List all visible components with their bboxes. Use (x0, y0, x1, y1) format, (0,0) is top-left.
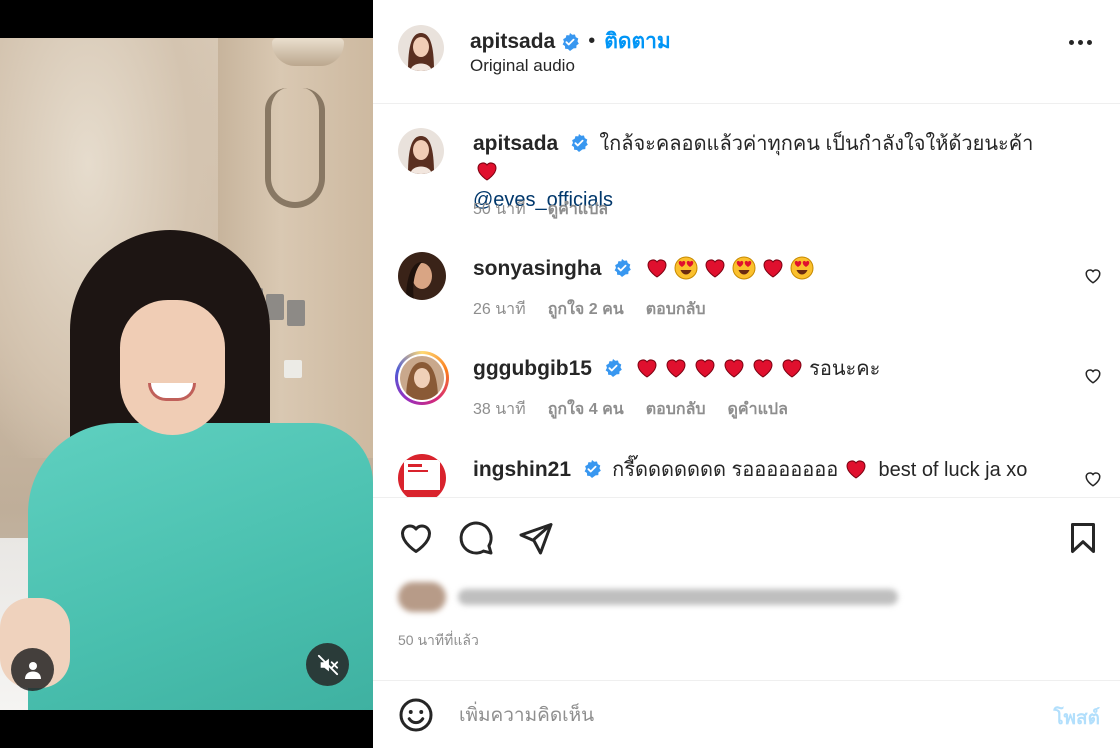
commenter-username[interactable]: sonyasingha (473, 257, 601, 280)
original-audio-link[interactable]: Original audio (470, 56, 575, 76)
caption-translate-link[interactable]: ดูคำแปล (548, 197, 608, 222)
post-comment-button[interactable]: โพสต์ (1053, 703, 1100, 733)
comment-time[interactable]: 26 นาที (473, 297, 526, 322)
comment-translate-link[interactable]: ดูคำแปล (728, 397, 788, 422)
comment-body: กรี๊ดดดดดดด รออออออออ (612, 459, 839, 481)
comments-list[interactable]: apitsada ใกล้จะคลอดแล้วค่าทุกคน เป็นกำลั… (373, 105, 1120, 497)
comment-composer: โพสต์ (373, 680, 1120, 748)
comment-time[interactable]: 38 นาที (473, 397, 526, 422)
verified-badge-icon (571, 134, 588, 152)
save-bookmark-icon[interactable] (1065, 520, 1101, 556)
video-face (120, 300, 225, 435)
liker-avatars (398, 582, 446, 612)
verified-badge-icon (562, 32, 580, 51)
post-timestamp[interactable]: 50 นาทีที่แล้ว (398, 630, 479, 652)
emoji-smiley-icon[interactable] (398, 697, 434, 733)
like-comment-heart-icon[interactable] (1084, 367, 1102, 385)
comment-text: sonyasingha (473, 255, 1060, 283)
red-heart-emoji-icon (637, 359, 657, 378)
comment-likes-count[interactable]: ถูกใจ 4 คน (548, 397, 624, 422)
red-heart-emoji-icon (753, 359, 773, 378)
author-avatar[interactable] (398, 25, 444, 71)
likes-text (458, 589, 898, 605)
comment-meta: 26 นาที ถูกใจ 2 คน ตอบกลับ (473, 297, 706, 322)
red-heart-emoji-icon (695, 359, 715, 378)
follow-button[interactable]: ติดตาม (604, 25, 671, 58)
commenter-username[interactable]: ingshin21 (473, 458, 571, 481)
heart-eyes-emoji-icon (674, 256, 697, 280)
comment-likes-count[interactable]: ถูกใจ 2 คน (548, 297, 624, 322)
share-send-icon[interactable] (518, 520, 554, 556)
post-action-bar (373, 497, 1120, 577)
verified-badge-icon (584, 460, 601, 478)
commenter-avatar[interactable] (398, 252, 446, 300)
heart-eyes-emoji-icon (790, 256, 813, 280)
video-outlet (284, 360, 302, 378)
comment-reply-button[interactable]: ตอบกลับ (646, 297, 706, 322)
caption-time[interactable]: 50 นาที (473, 197, 526, 222)
commenter-avatar-story-ring[interactable] (395, 351, 449, 405)
comment-text: ingshin21 กรี๊ดดดดดดด รออออออออ best of … (473, 456, 1060, 484)
caption-item: apitsada ใกล้จะคลอดแล้วค่าทุกคน เป็นกำลั… (373, 105, 1120, 235)
comment-emoji-row (645, 256, 819, 280)
more-dot-icon (1069, 40, 1074, 45)
caption-username[interactable]: apitsada (473, 132, 558, 155)
red-heart-emoji-icon (646, 259, 667, 278)
red-heart-emoji-icon (666, 359, 686, 378)
more-dot-icon (1087, 40, 1092, 45)
like-comment-heart-icon[interactable] (1084, 470, 1102, 488)
red-heart-emoji-icon (704, 259, 725, 278)
header-user-row: apitsada • ติดตาม (470, 25, 671, 58)
like-heart-icon[interactable] (398, 520, 434, 556)
comment-text: gggubgib15 รอนะคะ (473, 355, 1060, 383)
more-dot-icon (1078, 40, 1083, 45)
caption-body: ใกล้จะคลอดแล้วค่าทุกคน เป็นกำลังใจให้ด้ว… (599, 133, 1034, 155)
comment-reply-button[interactable]: ตอบกลับ (646, 397, 706, 422)
reel-video[interactable] (0, 38, 373, 710)
post-header: apitsada • ติดตาม Original audio (373, 0, 1120, 104)
comment-body: รอนะคะ (809, 358, 881, 380)
comment-bubble-icon[interactable] (458, 520, 494, 556)
comment-item: ingshin21 กรี๊ดดดดดดด รออออออออ best of … (373, 448, 1120, 497)
red-heart-emoji-icon (782, 359, 802, 378)
commenter-username[interactable]: gggubgib15 (473, 357, 592, 380)
commenter-avatar[interactable] (398, 454, 446, 497)
user-icon (24, 661, 41, 679)
header-separator: • (588, 30, 596, 52)
mute-button[interactable] (306, 643, 349, 686)
like-comment-heart-icon[interactable] (1084, 267, 1102, 285)
video-lamp-shade (272, 38, 344, 66)
commenter-avatar (400, 356, 444, 400)
comment-meta: 38 นาที ถูกใจ 4 คน ตอบกลับ ดูคำแปล (473, 397, 788, 422)
red-heart-emoji-icon (762, 259, 783, 278)
author-username[interactable]: apitsada (470, 30, 555, 54)
likes-summary-blurred[interactable] (398, 582, 898, 612)
video-switch (287, 300, 305, 326)
video-lamp-arm (265, 88, 325, 208)
comment-body-after: best of luck ja xo (878, 459, 1028, 481)
speaker-muted-icon (317, 654, 338, 675)
comment-emoji-row (635, 358, 809, 380)
caption-author-avatar[interactable] (398, 128, 444, 174)
more-options-button[interactable] (1069, 40, 1092, 45)
red-heart-emoji-icon (846, 460, 866, 479)
verified-badge-icon (614, 259, 631, 277)
post-panel: apitsada • ติดตาม Original audio apitsad… (373, 0, 1120, 748)
tagged-users-button[interactable] (11, 648, 54, 691)
comment-item: gggubgib15 รอนะคะ 38 นาที ถูกใจ 4 คน ตอบ… (373, 345, 1120, 440)
reel-media-pane (0, 0, 373, 748)
red-heart-emoji-icon (477, 162, 497, 181)
caption-meta: 50 นาที ดูคำแปล (473, 197, 608, 222)
red-heart-emoji-icon (724, 359, 744, 378)
heart-eyes-emoji-icon (732, 256, 755, 280)
verified-badge-icon (605, 359, 622, 377)
comment-input[interactable] (459, 701, 979, 731)
comment-item: sonyasingha 26 นาที ถูกใจ 2 คน ตอบกลับ (373, 245, 1120, 335)
